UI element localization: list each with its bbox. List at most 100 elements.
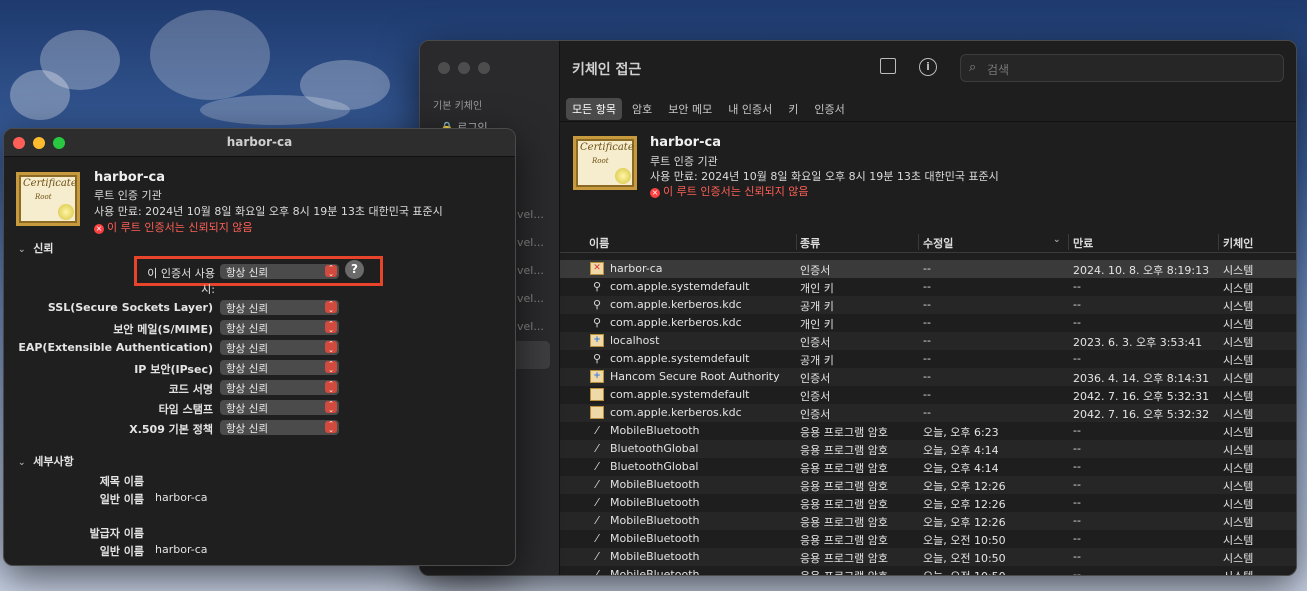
table-row[interactable]: ⁄ MobileBluetooth 응용 프로그램 암호 오늘, 오후 12:26 --…: [560, 494, 1296, 512]
policy-popup[interactable]: 항상 신뢰 ⌃ ⌄: [220, 420, 339, 435]
item-modified: --: [923, 280, 931, 293]
item-name: MobileBluetooth: [610, 550, 700, 563]
table-row[interactable]: ✕ harbor-ca 인증서 -- 2024. 10. 8. 오후 8:19:13 시스…: [560, 260, 1296, 278]
sidebar-item[interactable]: vel...: [517, 292, 544, 305]
item-modified: --: [923, 406, 931, 419]
item-expires: --: [1073, 568, 1081, 576]
table-header: 이름 종류 수정일 ⌄ 만료 키체인: [560, 231, 1296, 253]
table-row[interactable]: com.apple.systemdefault 인증서 -- 2042. 7. 16.…: [560, 386, 1296, 404]
when-using-popup[interactable]: 항상 신뢰 ⌃ ⌄: [220, 264, 339, 279]
sidebar-item[interactable]: vel...: [517, 264, 544, 277]
table-row[interactable]: ⁄ MobileBluetooth 응용 프로그램 암호 오늘, 오전 10:50 --…: [560, 530, 1296, 548]
policy-label: 타임 스탬프: [158, 403, 213, 416]
table-row[interactable]: ⁄ BluetoothGlobal 응용 프로그램 암호 오늘, 오후 4:14 -- 시…: [560, 458, 1296, 476]
table-row[interactable]: + localhost 인증서 -- 2023. 6. 3. 오후 3:53:41 시스템: [560, 332, 1296, 350]
table-row[interactable]: ⚲ com.apple.kerberos.kdc 공개 키 -- -- 시스템: [560, 296, 1296, 314]
key-icon: ⚲: [592, 316, 602, 329]
cert-warning: × 이 루트 인증서는 신뢰되지 않음: [650, 183, 809, 199]
policy-label: IP 보안(IPsec): [134, 363, 213, 376]
policy-label: 보안 메일(S/MIME): [113, 323, 213, 336]
item-keychain: 시스템: [1223, 264, 1254, 277]
table-row[interactable]: com.apple.kerberos.kdc 인증서 -- 2042. 7. 16. …: [560, 404, 1296, 422]
info-icon[interactable]: i: [919, 58, 937, 76]
item-name: com.apple.kerberos.kdc: [610, 406, 742, 419]
warning-text: 이 루트 인증서는 신뢰되지 않음: [107, 221, 253, 234]
item-expires: 2042. 7. 16. 오후 5:32:31: [1073, 390, 1210, 403]
item-modified: 오늘, 오후 12:26: [923, 516, 1006, 529]
close-button[interactable]: [438, 62, 450, 74]
item-expires: --: [1073, 460, 1081, 473]
table-row[interactable]: ⁄ MobileBluetooth 응용 프로그램 암호 오늘, 오후 6:23 -- 시…: [560, 422, 1296, 440]
item-kind: 응용 프로그램 암호: [800, 552, 888, 565]
compose-icon[interactable]: [880, 58, 896, 74]
item-expires: 2042. 7. 16. 오후 5:32:32: [1073, 408, 1210, 421]
certificate-icon: ✕: [590, 262, 604, 275]
trust-section-header[interactable]: ⌄ 신뢰: [18, 240, 53, 256]
table-row[interactable]: ⁄ MobileBluetooth 응용 프로그램 암호 오늘, 오후 12:26 --…: [560, 512, 1296, 530]
sidebar-item-selected[interactable]: [510, 341, 550, 369]
table-row[interactable]: ⁄ MobileBluetooth 응용 프로그램 암호 오늘, 오후 12:26 --…: [560, 476, 1296, 494]
column-keychain[interactable]: 키체인: [1223, 235, 1253, 251]
table-row[interactable]: ⁄ MobileBluetooth 응용 프로그램 암호 오늘, 오전 10:50 --…: [560, 566, 1296, 576]
tab-passwords[interactable]: 암호: [626, 98, 658, 120]
item-keychain: 시스템: [1223, 318, 1254, 331]
tab-my-certificates[interactable]: 내 인증서: [722, 98, 778, 120]
table-row[interactable]: ⁄ MobileBluetooth 응용 프로그램 암호 오늘, 오전 10:50 --…: [560, 548, 1296, 566]
chevron-down-icon: ⌄: [18, 245, 26, 255]
item-name: localhost: [610, 334, 660, 347]
table-row[interactable]: ⁄ BluetoothGlobal 응용 프로그램 암호 오늘, 오후 4:14 -- 시…: [560, 440, 1296, 458]
item-name: MobileBluetooth: [610, 496, 700, 509]
table-row[interactable]: ⚲ com.apple.kerberos.kdc 개인 키 -- -- 시스템: [560, 314, 1296, 332]
column-kind[interactable]: 종류: [800, 235, 820, 251]
item-kind: 응용 프로그램 암호: [800, 444, 888, 457]
minimize-button[interactable]: [458, 62, 470, 74]
sidebar-item[interactable]: vel...: [517, 236, 544, 249]
popup-value: 항상 신뢰: [226, 303, 268, 315]
item-modified: --: [923, 334, 931, 347]
policy-popup[interactable]: 항상 신뢰 ⌃ ⌄: [220, 340, 339, 355]
policy-label: EAP(Extensible Authentication): [18, 341, 213, 354]
item-expires: 2036. 4. 14. 오후 8:14:31: [1073, 372, 1210, 385]
password-icon: ⁄: [596, 424, 598, 437]
help-button[interactable]: ?: [345, 260, 364, 279]
table-row[interactable]: ⚲ com.apple.systemdefault 개인 키 -- -- 시스템: [560, 278, 1296, 296]
table-row[interactable]: ⚲ com.apple.systemdefault 공개 키 -- -- 시스템: [560, 350, 1296, 368]
policy-popup[interactable]: 항상 신뢰 ⌃ ⌄: [220, 300, 339, 315]
column-modified[interactable]: 수정일: [923, 235, 953, 251]
sidebar-item[interactable]: vel...: [517, 320, 544, 333]
sidebar-item[interactable]: vel...: [517, 208, 544, 221]
column-expires[interactable]: 만료: [1073, 235, 1093, 251]
policy-popup[interactable]: 항상 신뢰 ⌃ ⌄: [220, 400, 339, 415]
search-icon: ⌕: [969, 60, 977, 75]
item-keychain: 시스템: [1223, 480, 1254, 493]
certificate-detail-window: harbor-ca Certificate Root harbor-ca 루트 인…: [3, 128, 516, 566]
column-name[interactable]: 이름: [589, 235, 609, 251]
item-kind: 개인 키: [800, 282, 834, 295]
details-section-header[interactable]: ⌄ 세부사항: [18, 453, 74, 469]
tab-keys[interactable]: 키: [782, 98, 804, 120]
item-keychain: 시스템: [1223, 516, 1254, 529]
policy-popup[interactable]: 항상 신뢰 ⌃ ⌄: [220, 320, 339, 335]
item-kind: 인증서: [800, 264, 831, 277]
popup-value: 항상 신뢰: [226, 363, 268, 375]
tab-certificates[interactable]: 인증서: [808, 98, 850, 120]
when-using-label: 이 인증서 사용 시:: [147, 267, 215, 296]
item-expires: --: [1073, 298, 1081, 311]
search-input[interactable]: ⌕ 검색: [960, 54, 1284, 82]
certificate-icon: +: [590, 370, 604, 383]
item-keychain: 시스템: [1223, 568, 1253, 575]
item-name: BluetoothGlobal: [610, 460, 699, 473]
zoom-button[interactable]: [478, 62, 490, 74]
tab-secure-notes[interactable]: 보안 메모: [662, 98, 718, 120]
tab-all-items[interactable]: 모든 항목: [566, 98, 622, 120]
table-row[interactable]: + Hancom Secure Root Authority 인증서 -- 2036. …: [560, 368, 1296, 386]
popup-chevron-icon: ⌃ ⌄: [325, 341, 337, 354]
policy-popup[interactable]: 항상 신뢰 ⌃ ⌄: [220, 360, 339, 375]
item-expires: --: [1073, 352, 1081, 365]
policy-label: SSL(Secure Sockets Layer): [47, 301, 213, 314]
key-icon: ⚲: [592, 280, 602, 293]
policy-popup[interactable]: 항상 신뢰 ⌃ ⌄: [220, 380, 339, 395]
keychain-access-window: 기본 키체인 🔒 로그인 vel... vel... vel... vel...…: [419, 40, 1297, 576]
item-modified: 오늘, 오전 10:50: [923, 552, 1006, 565]
error-icon: ×: [650, 188, 660, 198]
